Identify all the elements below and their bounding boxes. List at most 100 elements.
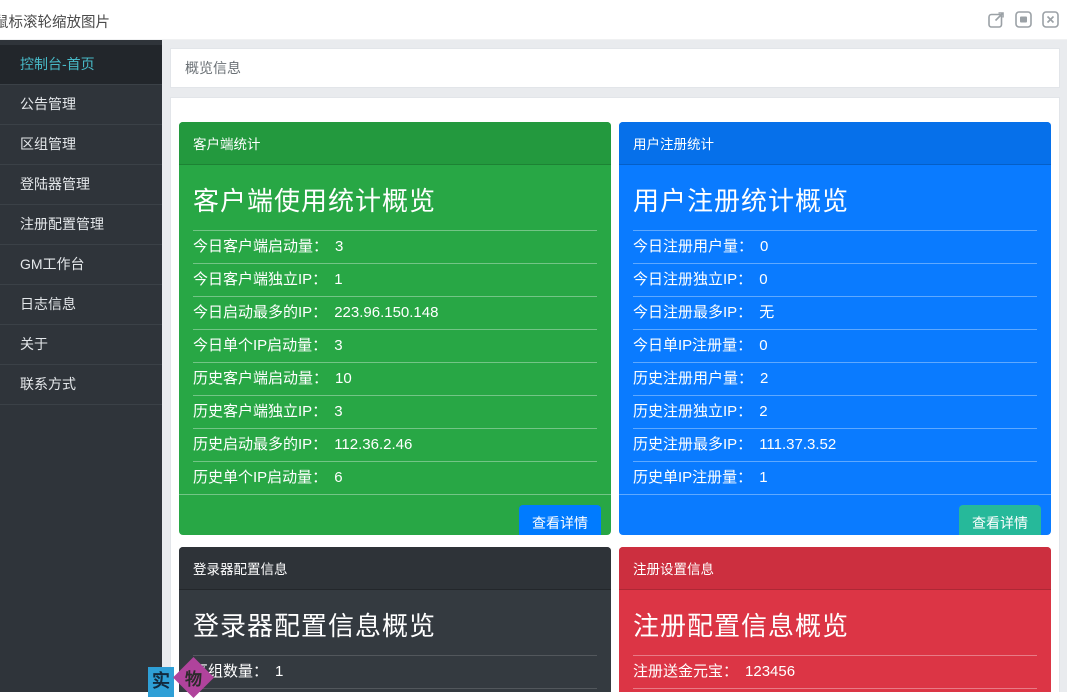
close-window-icon[interactable]: [1041, 10, 1060, 29]
card-body: 注册配置信息概览 注册送金元宝： 123456 注册送银元宝：12346: [619, 590, 1051, 692]
stat-value: 3: [334, 403, 342, 420]
stat-label: 历史注册独立IP：: [633, 403, 752, 420]
stat-row: 历史单个IP启动量：6: [193, 461, 597, 494]
stat-label: 今日客户端独立IP：: [193, 271, 327, 288]
stat-row: 注册送金元宝： 123456: [633, 655, 1037, 688]
card-title: 客户端使用统计概览: [193, 181, 597, 218]
card-register-config: 注册设置信息 注册配置信息概览 注册送金元宝： 123456 注册送银元宝：123…: [619, 547, 1051, 692]
restore-window-icon[interactable]: [1014, 10, 1033, 29]
stat-label: 历史注册最多IP：: [633, 436, 752, 453]
stat-row: 历史注册用户量： 2: [633, 362, 1037, 395]
stat-row: 今日单IP注册量： 0: [633, 329, 1037, 362]
stat-value: 3: [334, 337, 342, 354]
card-title: 注册配置信息概览: [633, 606, 1037, 643]
card-footer: 查看详情: [179, 494, 611, 535]
stat-value: 6: [334, 469, 342, 486]
stat-label: 今日单个IP启动量：: [193, 337, 327, 354]
sidebar-item-1[interactable]: 公告管理: [0, 85, 162, 125]
card-launcher-config: 登录器配置信息 登录器配置信息概览 区组数量：1 公告数量：1: [179, 547, 611, 692]
stat-row: 历史单IP注册量： 1: [633, 461, 1037, 494]
card-footer: 查看详情: [619, 494, 1051, 535]
card-stats: 今日注册用户量： 0 今日注册独立IP： 0 今日注册最多IP： 无 今日单IP注册量…: [633, 230, 1037, 494]
stat-label: 今日注册最多IP：: [633, 304, 752, 321]
card-header: 客户端统计: [179, 122, 611, 165]
card-stats: 区组数量：1 公告数量：1: [193, 655, 597, 692]
stat-value: 1: [334, 271, 342, 288]
stat-value: 无: [759, 304, 774, 321]
card-title: 用户注册统计概览: [633, 181, 1037, 218]
card-body: 登录器配置信息概览 区组数量：1 公告数量：1: [179, 590, 611, 692]
card-header: 登录器配置信息: [179, 547, 611, 590]
stat-row: 今日客户端启动量： 3: [193, 230, 597, 263]
stat-value: 123456: [745, 663, 795, 680]
stat-value: 1: [759, 469, 767, 486]
stat-label: 历史单IP注册量：: [633, 469, 752, 486]
stat-row: 今日注册最多IP： 无: [633, 296, 1037, 329]
stat-label: 历史客户端启动量：: [193, 370, 328, 387]
window-titlebar: 鼠标滚轮缩放图片: [0, 0, 1067, 40]
stat-label: 历史启动最多的IP：: [193, 436, 327, 453]
stat-value: 3: [335, 238, 343, 255]
card-header: 注册设置信息: [619, 547, 1051, 590]
sidebar-item-4[interactable]: 注册配置管理: [0, 205, 162, 245]
stat-value: 223.96.150.148: [334, 304, 438, 321]
card-client-stats: 客户端统计 客户端使用统计概览 今日客户端启动量： 3 今日客户端独立IP： 1 今…: [179, 122, 611, 535]
stat-value: 1: [275, 663, 283, 680]
stat-row: 历史注册最多IP： 111.37.3.52: [633, 428, 1037, 461]
stat-label: 历史客户端独立IP：: [193, 403, 327, 420]
stat-row: 历史客户端启动量： 10: [193, 362, 597, 395]
stat-value: 0: [759, 337, 767, 354]
open-external-icon[interactable]: [987, 10, 1006, 29]
card-header: 用户注册统计: [619, 122, 1051, 165]
stat-row: 今日注册用户量： 0: [633, 230, 1037, 263]
stat-value: 112.36.2.46: [334, 436, 412, 453]
view-details-button[interactable]: 查看详情: [519, 505, 601, 535]
stat-row: 公告数量：1: [193, 688, 597, 692]
dashboard-panel: 客户端统计 客户端使用统计概览 今日客户端启动量： 3 今日客户端独立IP： 1 今…: [170, 97, 1060, 692]
stat-label: 历史注册用户量：: [633, 370, 753, 387]
sidebar-item-6[interactable]: 日志信息: [0, 285, 162, 325]
window-controls: [987, 10, 1060, 29]
stat-label: 今日启动最多的IP：: [193, 304, 327, 321]
stat-row: 今日客户端独立IP： 1: [193, 263, 597, 296]
stat-row: 注册送银元宝：12346: [633, 688, 1037, 692]
floating-badge-shi[interactable]: 实: [148, 667, 174, 697]
stat-label: 今日客户端启动量：: [193, 238, 328, 255]
stat-value: 0: [759, 271, 767, 288]
sidebar-item-5[interactable]: GM工作台: [0, 245, 162, 285]
stat-label: 今日注册独立IP：: [633, 271, 752, 288]
stat-row: 区组数量：1: [193, 655, 597, 688]
cards-grid: 客户端统计 客户端使用统计概览 今日客户端启动量： 3 今日客户端独立IP： 1 今…: [179, 122, 1051, 692]
sidebar-item-2[interactable]: 区组管理: [0, 125, 162, 165]
stat-value: 2: [760, 370, 768, 387]
sidebar-item-0[interactable]: 控制台-首页: [0, 45, 162, 85]
overview-header-label: 概览信息: [185, 60, 241, 76]
stat-label: 今日单IP注册量：: [633, 337, 752, 354]
sidebar-nav: 控制台-首页 公告管理 区组管理 登陆器管理 注册配置管理 GM工作台 日志信息…: [0, 40, 162, 692]
stat-label: 注册送金元宝：: [633, 663, 738, 680]
window-title: 鼠标滚轮缩放图片: [0, 11, 110, 32]
stat-row: 今日单个IP启动量： 3: [193, 329, 597, 362]
card-body: 客户端使用统计概览 今日客户端启动量： 3 今日客户端独立IP： 1 今日启动最多的…: [179, 165, 611, 494]
stat-value: 0: [760, 238, 768, 255]
card-body: 用户注册统计概览 今日注册用户量： 0 今日注册独立IP： 0 今日注册最多IP： 无…: [619, 165, 1051, 494]
stat-label: 今日注册用户量：: [633, 238, 753, 255]
view-details-button[interactable]: 查看详情: [959, 505, 1041, 535]
overview-header-bar: 概览信息: [170, 48, 1060, 88]
stat-row: 历史启动最多的IP： 112.36.2.46: [193, 428, 597, 461]
stat-row: 历史注册独立IP： 2: [633, 395, 1037, 428]
stat-value: 10: [335, 370, 352, 387]
sidebar-item-3[interactable]: 登陆器管理: [0, 165, 162, 205]
stat-row: 今日注册独立IP： 0: [633, 263, 1037, 296]
card-title: 登录器配置信息概览: [193, 606, 597, 643]
stat-value: 111.37.3.52: [759, 436, 836, 453]
sidebar-item-8[interactable]: 联系方式: [0, 365, 162, 405]
card-stats: 今日客户端启动量： 3 今日客户端独立IP： 1 今日启动最多的IP： 223.96.…: [193, 230, 597, 494]
stat-row: 今日启动最多的IP： 223.96.150.148: [193, 296, 597, 329]
content-area: 概览信息 客户端统计 客户端使用统计概览 今日客户端启动量： 3 今日客户端独立I…: [162, 40, 1067, 692]
stat-row: 历史客户端独立IP： 3: [193, 395, 597, 428]
card-stats: 注册送金元宝： 123456 注册送银元宝：12346: [633, 655, 1037, 692]
floating-badge-wu-label: 物: [185, 665, 202, 690]
sidebar-item-7[interactable]: 关于: [0, 325, 162, 365]
stat-value: 2: [759, 403, 767, 420]
